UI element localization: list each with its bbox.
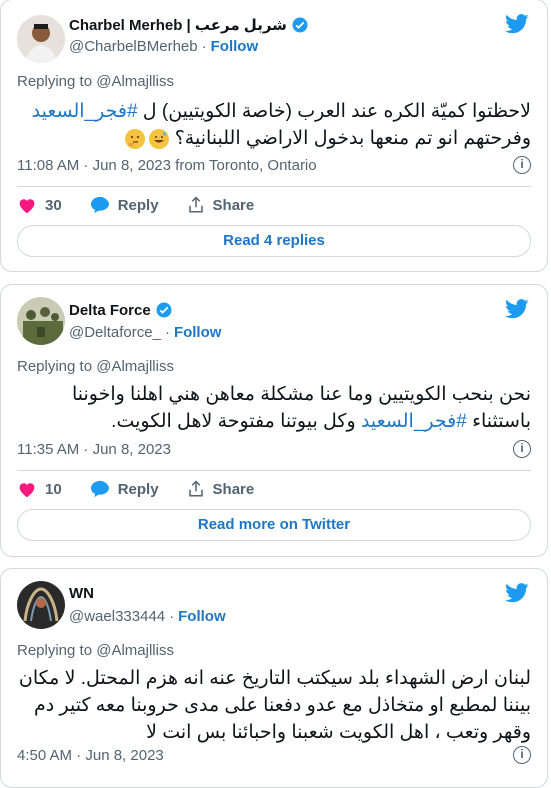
like-count: 30	[45, 196, 62, 214]
verified-badge-icon	[156, 302, 172, 318]
tweet-timestamp[interactable]: 11:35 AM · Jun 8, 2023	[17, 441, 171, 458]
tweet-timestamp[interactable]: 4:50 AM · Jun 8, 2023	[17, 747, 164, 764]
separator-dot: ·	[169, 608, 175, 625]
tweet-text: لبنان ارض الشهداء بلد سيكتب التاريخ عنه …	[18, 668, 531, 743]
author-name-text[interactable]: Delta Force	[69, 302, 151, 319]
info-icon[interactable]: i	[513, 440, 531, 458]
like-count: 10	[45, 480, 62, 498]
author-name[interactable]: Delta Force	[69, 301, 173, 319]
author-name-text[interactable]: Charbel Merheb | شربل مرعب	[69, 16, 287, 34]
tweet-text: لاحظتوا كميّة الكره عند العرب (خاصة الكو…	[17, 98, 531, 152]
tweet-actions: 10 Reply Share	[17, 480, 282, 498]
separator-dot: ·	[201, 38, 207, 55]
tweet-text: نحن بنحب الكويتيين وما عنا مشكلة معاهن ه…	[17, 381, 531, 435]
avatar[interactable]	[17, 581, 65, 629]
like-button[interactable]: 30	[17, 196, 62, 214]
author-handle[interactable]: @Deltaforce_	[69, 324, 161, 341]
separator-dot: ·	[164, 324, 170, 341]
tweet-actions: 30 Reply Share	[17, 196, 282, 214]
author-handle-row: @Deltaforce_ · Follow	[69, 324, 221, 341]
hashtag-link[interactable]: #فجر_السعيد	[361, 411, 467, 432]
like-button[interactable]: 10	[17, 480, 62, 498]
tweet-card: WN @wael333444 · Follow Replying to @Alm…	[0, 568, 548, 788]
share-label: Share	[212, 196, 255, 214]
verified-badge-icon	[292, 17, 308, 33]
share-button[interactable]: Share	[187, 480, 255, 498]
tweet-timestamp[interactable]: 11:08 AM · Jun 8, 2023 from Toronto, Ont…	[17, 157, 317, 174]
share-icon	[188, 196, 203, 213]
author-handle[interactable]: @wael333444	[69, 608, 165, 625]
reply-label: Reply	[117, 480, 159, 498]
twitter-bird-icon[interactable]	[505, 299, 529, 319]
tweet-text-part: لاحظتوا كميّة الكره عند العرب (خاصة الكو…	[137, 101, 531, 122]
author-name-text[interactable]: WN	[69, 585, 94, 602]
twitter-bird-icon[interactable]	[505, 14, 529, 34]
heart-icon	[19, 483, 35, 498]
info-icon[interactable]: i	[513, 746, 531, 764]
tweet-card: Delta Force @Deltaforce_ · Follow Replyi…	[0, 284, 548, 557]
twitter-bird-icon[interactable]	[505, 583, 529, 603]
author-handle[interactable]: @CharbelBMerheb	[69, 38, 198, 55]
divider	[17, 470, 531, 471]
reply-bubble-icon	[90, 196, 109, 214]
tweet-card: Charbel Merheb | شربل مرعب @CharbelBMerh…	[0, 0, 548, 272]
hashtag-link[interactable]: #فجر_السعيد	[32, 101, 138, 122]
divider	[17, 186, 531, 187]
author-name[interactable]: Charbel Merheb | شربل مرعب	[69, 16, 309, 34]
replying-to[interactable]: Replying to @Almajlliss	[17, 642, 174, 659]
share-label: Share	[212, 480, 255, 498]
follow-button[interactable]: Follow	[174, 324, 222, 341]
author-handle-row: @wael333444 · Follow	[69, 608, 226, 625]
tweet-text-part: وفرحتهم انو تم منعها بدخول الاراضي اللبن…	[174, 128, 531, 149]
read-replies-button[interactable]: Read 4 replies	[17, 225, 531, 257]
thinking-emoji	[125, 128, 146, 149]
avatar[interactable]	[17, 15, 65, 63]
reply-label: Reply	[117, 196, 159, 214]
replying-to[interactable]: Replying to @Almajlliss	[17, 73, 174, 90]
author-handle-row: @CharbelBMerheb · Follow	[69, 38, 258, 55]
author-name[interactable]: WN	[69, 585, 94, 602]
share-button[interactable]: Share	[187, 196, 255, 214]
reply-button[interactable]: Reply	[90, 196, 159, 214]
sweat-smile-emoji	[149, 128, 170, 149]
read-more-button[interactable]: Read more on Twitter	[17, 509, 531, 541]
info-icon[interactable]: i	[513, 156, 531, 174]
heart-icon	[19, 199, 35, 214]
reply-bubble-icon	[90, 480, 109, 498]
tweet-text-part: وكل بيوتنا مفتوحة لاهل الكويت.	[111, 411, 361, 432]
follow-button[interactable]: Follow	[178, 608, 226, 625]
avatar[interactable]	[17, 297, 65, 345]
follow-button[interactable]: Follow	[211, 38, 259, 55]
share-icon	[188, 480, 203, 497]
reply-button[interactable]: Reply	[90, 480, 159, 498]
replying-to[interactable]: Replying to @Almajlliss	[17, 358, 174, 375]
